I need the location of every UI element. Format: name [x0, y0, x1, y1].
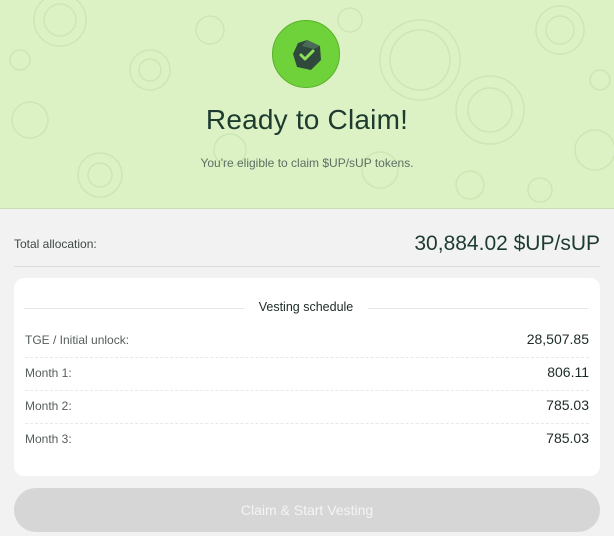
hero-banner: Ready to Claim! You're eligible to claim…: [0, 0, 614, 209]
page-title: Ready to Claim!: [205, 104, 409, 135]
vesting-row-label: TGE / Initial unlock:: [25, 333, 130, 347]
total-allocation-label: Total allocation:: [14, 237, 97, 251]
vesting-row-label: Month 3:: [25, 432, 72, 446]
vesting-row-month-1: Month 1: 806.11: [25, 357, 589, 391]
total-allocation-row: Total allocation: 30,884.02 $UP/sUP: [14, 224, 600, 267]
vesting-row-value: 806.11: [547, 364, 589, 380]
vesting-row-tge: TGE / Initial unlock: 28,507.85: [25, 324, 589, 358]
vesting-schedule-heading: Vesting schedule: [24, 300, 588, 316]
vesting-row-label: Month 2:: [25, 399, 72, 413]
vesting-row-value: 28,507.85: [526, 331, 589, 347]
shield-check-icon: [293, 40, 321, 70]
claim-start-vesting-button[interactable]: Claim & Start Vesting: [14, 488, 600, 532]
vesting-schedule-title: Vesting schedule: [258, 300, 354, 314]
vesting-row-value: 785.03: [546, 397, 589, 413]
claim-badge: [272, 20, 340, 88]
vesting-row-month-3: Month 3: 785.03: [25, 423, 589, 456]
eligibility-subtitle: You're eligible to claim $UP/sUP tokens.: [200, 156, 414, 170]
divider: [368, 308, 588, 309]
total-allocation-value: 30,884.02 $UP/sUP: [414, 232, 600, 255]
vesting-schedule-card: Vesting schedule TGE / Initial unlock: 2…: [14, 278, 600, 476]
vesting-row-value: 785.03: [546, 430, 589, 446]
vesting-row-label: Month 1:: [25, 366, 72, 380]
vesting-row-month-2: Month 2: 785.03: [25, 390, 589, 424]
